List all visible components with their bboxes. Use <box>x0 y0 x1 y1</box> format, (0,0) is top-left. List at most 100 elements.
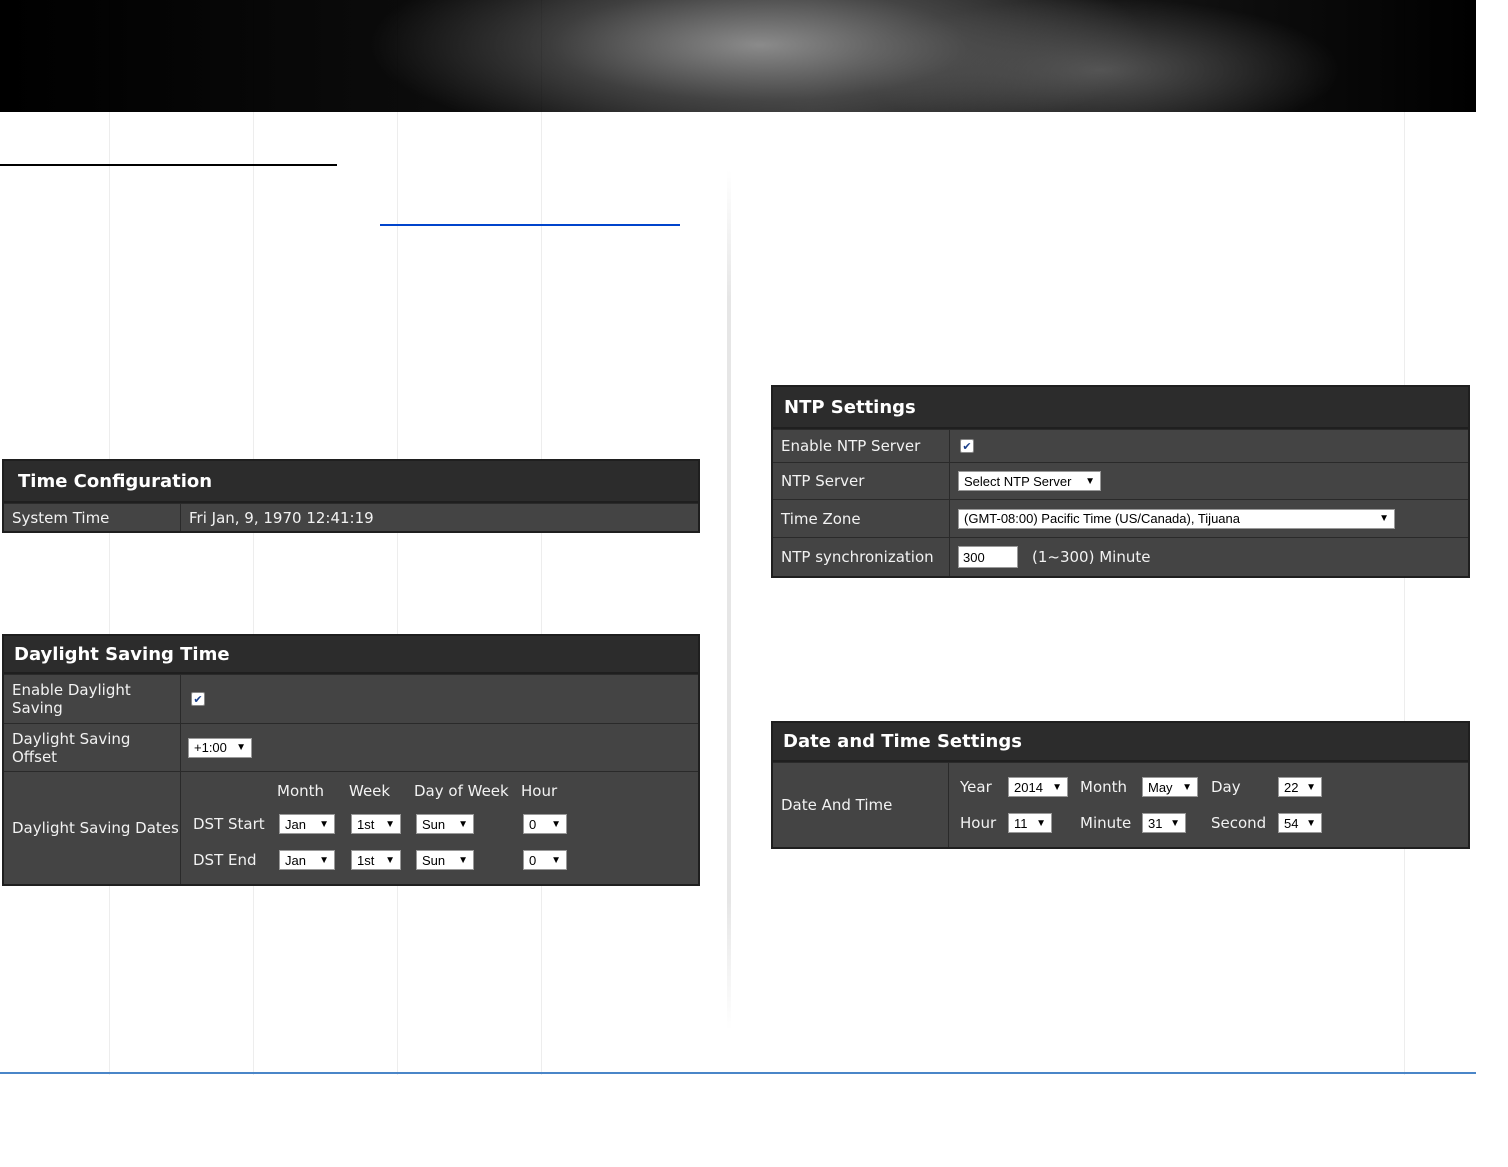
chevron-down-icon: ▼ <box>1306 817 1316 829</box>
day-select[interactable]: 22 ▼ <box>1278 777 1322 797</box>
col-week-header: Week <box>349 782 391 800</box>
select-value: 1st <box>357 816 375 832</box>
dst-end-week-select[interactable]: 1st ▼ <box>351 850 401 870</box>
dst-dates-label: Daylight Saving Dates <box>4 772 181 884</box>
ntp-sync-row: NTP synchronization (1~300) Minute <box>773 537 1468 576</box>
dst-end-dow-select[interactable]: Sun ▼ <box>416 850 474 870</box>
ntp-server-row: NTP Server Select NTP Server ▼ <box>773 462 1468 499</box>
month-label: Month <box>1080 778 1128 796</box>
chevron-down-icon: ▼ <box>551 818 561 830</box>
dst-start-hour-select[interactable]: 0 ▼ <box>523 814 567 834</box>
day-label: Day <box>1211 778 1241 796</box>
second-select[interactable]: 54 ▼ <box>1278 813 1322 833</box>
select-value: Select NTP Server <box>964 473 1072 489</box>
ntp-sync-unit: (1~300) Minute <box>1032 548 1151 566</box>
year-select[interactable]: 2014 ▼ <box>1008 777 1068 797</box>
system-time-label: System Time <box>4 504 181 531</box>
daylight-saving-panel: Daylight Saving Time Enable Daylight Sav… <box>2 634 700 886</box>
dst-start-week-select[interactable]: 1st ▼ <box>351 814 401 834</box>
header-banner <box>0 0 1476 112</box>
grid-line <box>253 0 254 1075</box>
date-time-settings-panel: Date and Time Settings Date And Time Yea… <box>771 721 1470 849</box>
link-underline[interactable] <box>380 224 680 226</box>
chevron-down-icon: ▼ <box>1170 817 1180 829</box>
enable-dst-checkbox[interactable]: ✔ <box>191 692 205 706</box>
hour-label: Hour <box>960 814 997 832</box>
select-value: 0 <box>529 852 537 868</box>
second-label: Second <box>1211 814 1267 832</box>
chevron-down-icon: ▼ <box>319 854 329 866</box>
chevron-down-icon: ▼ <box>551 854 561 866</box>
panel-title: NTP Settings <box>773 387 1468 429</box>
minute-select[interactable]: 31 ▼ <box>1142 813 1186 833</box>
chevron-down-icon: ▼ <box>1379 513 1389 524</box>
chevron-down-icon: ▼ <box>458 818 468 830</box>
enable-ntp-label: Enable NTP Server <box>773 430 950 462</box>
dst-start-label: DST Start <box>193 815 265 833</box>
ntp-server-label: NTP Server <box>773 463 950 499</box>
month-select[interactable]: May ▼ <box>1142 777 1198 797</box>
enable-ntp-checkbox[interactable]: ✔ <box>960 439 974 453</box>
date-time-grid: Year 2014 ▼ Month May ▼ Day 22 ▼ Hour 11 ▼ M… <box>949 763 1468 847</box>
grid-line <box>541 0 542 1075</box>
select-value: 0 <box>529 816 537 832</box>
panel-title: Daylight Saving Time <box>4 636 698 674</box>
ntp-settings-panel: NTP Settings Enable NTP Server ✔ NTP Ser… <box>771 385 1470 578</box>
dst-offset-select[interactable]: +1:00 ▼ <box>188 737 252 758</box>
enable-ntp-row: Enable NTP Server ✔ <box>773 429 1468 462</box>
dst-end-hour-select[interactable]: 0 ▼ <box>523 850 567 870</box>
enable-dst-row: Enable Daylight Saving ✔ <box>4 674 698 723</box>
select-value: 2014 <box>1014 779 1043 795</box>
col-month-header: Month <box>277 782 325 800</box>
grid-line <box>397 0 398 1075</box>
date-time-row: Date And Time Year 2014 ▼ Month May ▼ Day … <box>773 762 1468 847</box>
select-value: Sun <box>422 852 446 868</box>
dst-dates-row: Daylight Saving Dates Month Week Day of … <box>4 771 698 884</box>
select-value: May <box>1148 779 1173 795</box>
select-value: 1st <box>357 852 375 868</box>
dst-end-label: DST End <box>193 851 257 869</box>
date-time-label: Date And Time <box>773 763 949 847</box>
chevron-down-icon: ▼ <box>1182 781 1192 793</box>
chevron-down-icon: ▼ <box>319 818 329 830</box>
select-value: 11 <box>1014 815 1028 831</box>
hour-select[interactable]: 11 ▼ <box>1008 813 1052 833</box>
chevron-down-icon: ▼ <box>385 854 395 866</box>
check-icon: ✔ <box>193 692 203 706</box>
ntp-server-select[interactable]: Select NTP Server ▼ <box>958 471 1101 491</box>
select-value: (GMT-08:00) Pacific Time (US/Canada), Ti… <box>964 511 1240 526</box>
grid-line <box>109 0 110 1075</box>
dst-end-month-select[interactable]: Jan ▼ <box>279 850 335 870</box>
col-hour-header: Hour <box>521 782 558 800</box>
chevron-down-icon: ▼ <box>1052 781 1062 793</box>
select-value: Sun <box>422 816 446 832</box>
ntp-sync-input[interactable] <box>958 546 1018 568</box>
select-value: 22 <box>1284 779 1299 795</box>
enable-dst-label: Enable Daylight Saving <box>4 675 181 723</box>
select-value: Jan <box>285 816 306 832</box>
chevron-down-icon: ▼ <box>385 818 395 830</box>
time-zone-select[interactable]: (GMT-08:00) Pacific Time (US/Canada), Ti… <box>958 508 1395 529</box>
chevron-down-icon: ▼ <box>1036 817 1046 829</box>
time-configuration-panel: Time Configuration System Time Fri Jan, … <box>2 459 700 533</box>
column-divider <box>727 170 731 1030</box>
chevron-down-icon: ▼ <box>236 742 246 753</box>
dst-offset-label: Daylight Saving Offset <box>4 724 181 771</box>
dst-start-month-select[interactable]: Jan ▼ <box>279 814 335 834</box>
panel-title: Time Configuration <box>4 461 698 503</box>
panel-title: Date and Time Settings <box>773 723 1468 762</box>
footer-line <box>0 1072 1476 1074</box>
time-zone-row: Time Zone (GMT-08:00) Pacific Time (US/C… <box>773 499 1468 537</box>
minute-label: Minute <box>1080 814 1132 832</box>
ntp-sync-label: NTP synchronization <box>773 538 950 576</box>
select-value: 54 <box>1284 815 1299 831</box>
check-icon: ✔ <box>962 439 972 453</box>
col-day-of-week-header: Day of Week <box>414 782 509 800</box>
chevron-down-icon: ▼ <box>1306 781 1316 793</box>
year-label: Year <box>960 778 992 796</box>
chevron-down-icon: ▼ <box>1085 475 1095 487</box>
time-zone-label: Time Zone <box>773 500 950 537</box>
dst-start-dow-select[interactable]: Sun ▼ <box>416 814 474 834</box>
select-value: Jan <box>285 852 306 868</box>
select-value: 31 <box>1148 815 1163 831</box>
